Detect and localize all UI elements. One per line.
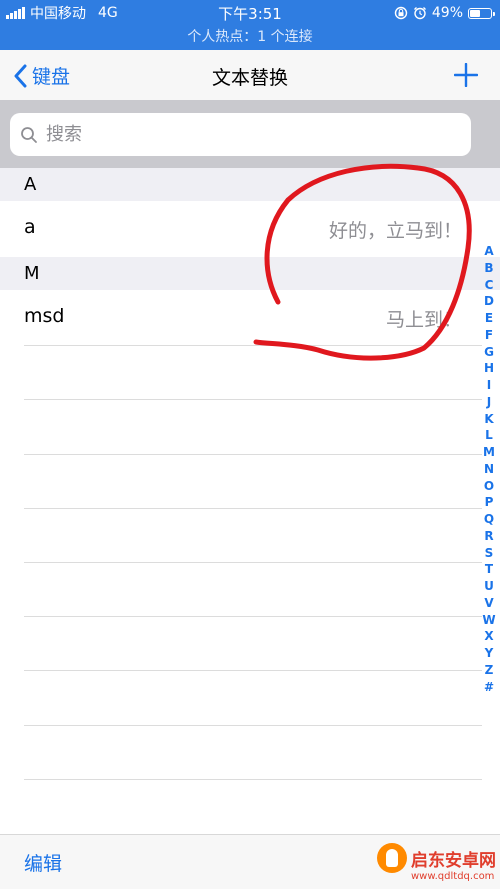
- row-separator: [24, 399, 482, 400]
- replacement-row-a[interactable]: a 好的，立马到！: [0, 201, 500, 256]
- index-letter[interactable]: W: [482, 612, 495, 629]
- orientation-lock-icon: [394, 6, 408, 20]
- nav-bar: 键盘 文本替换: [0, 50, 500, 100]
- row-separator: [24, 670, 482, 671]
- watermark: 启东安卓网 www.qdltdq.com: [377, 843, 496, 882]
- search-input[interactable]: [44, 123, 428, 146]
- plus-icon[interactable]: [454, 63, 478, 87]
- index-letter[interactable]: X: [484, 628, 493, 645]
- watermark-name: 启东安卓网: [411, 850, 496, 871]
- replacement-row-msd[interactable]: msd 马上到！: [0, 290, 500, 345]
- alarm-icon: [413, 7, 426, 20]
- index-letter[interactable]: V: [484, 595, 493, 612]
- chevron-left-icon: [14, 64, 27, 87]
- index-letter[interactable]: K: [484, 411, 493, 428]
- index-letter[interactable]: #: [484, 679, 494, 696]
- status-right: 49%: [394, 4, 495, 22]
- battery-icon: [468, 7, 495, 19]
- index-letter[interactable]: M: [483, 444, 495, 461]
- row-separator: [24, 562, 482, 563]
- index-letter[interactable]: J: [487, 394, 491, 411]
- row-separator: [24, 508, 482, 509]
- back-label: 键盘: [32, 66, 71, 88]
- index-letter[interactable]: B: [484, 260, 493, 277]
- index-letter[interactable]: O: [484, 478, 494, 495]
- index-letter[interactable]: E: [485, 310, 493, 327]
- row-separator: [24, 454, 482, 455]
- section-header-a: A: [0, 168, 500, 201]
- index-letter[interactable]: F: [485, 327, 493, 344]
- search-icon: [21, 126, 37, 143]
- index-letter[interactable]: R: [484, 528, 493, 545]
- index-letter[interactable]: S: [485, 545, 494, 562]
- back-button[interactable]: 键盘: [14, 62, 70, 89]
- shortcut-label: msd: [24, 305, 65, 327]
- index-letter[interactable]: H: [484, 360, 494, 377]
- bottom-toolbar: 编辑 启东安卓网 www.qdltdq.com: [0, 834, 500, 889]
- row-separator: [24, 725, 482, 726]
- search-field[interactable]: [10, 113, 471, 156]
- row-separator: [24, 616, 482, 617]
- edit-button[interactable]: 编辑: [24, 849, 62, 876]
- phrase-label: 马上到！: [385, 309, 462, 331]
- battery-percent: 49%: [431, 5, 463, 21]
- index-letter[interactable]: D: [484, 293, 494, 310]
- watermark-url: www.qdltdq.com: [411, 871, 495, 882]
- index-letter[interactable]: C: [485, 277, 494, 294]
- index-letter[interactable]: T: [485, 561, 493, 578]
- phrase-label: 好的，立马到！: [328, 220, 462, 242]
- index-letter[interactable]: U: [484, 578, 494, 595]
- battery-fill: [470, 9, 480, 17]
- index-letter[interactable]: A: [484, 243, 493, 260]
- status-bar: 中国移动 4G 下午3:51 49% 个人热点：1 个连接: [0, 0, 500, 50]
- index-letter[interactable]: Y: [485, 645, 494, 662]
- shortcut-label: a: [24, 216, 36, 238]
- index-letter[interactable]: N: [484, 461, 494, 478]
- index-letter[interactable]: L: [485, 427, 493, 444]
- watermark-row: 启东安卓网: [377, 843, 496, 873]
- row-separator: [24, 345, 482, 346]
- index-letter[interactable]: Q: [484, 511, 494, 528]
- index-letter[interactable]: P: [485, 494, 494, 511]
- index-letter[interactable]: I: [487, 377, 491, 394]
- section-header-m: M: [0, 257, 500, 290]
- search-bar: [0, 100, 500, 168]
- section-index[interactable]: A B C D E F G H I J K L M N O P Q R S T U V W X Y Z #: [482, 243, 495, 696]
- index-letter[interactable]: Z: [485, 662, 494, 679]
- hotspot-banner[interactable]: 个人热点：1 个连接: [0, 26, 500, 46]
- row-separator: [24, 779, 482, 780]
- index-letter[interactable]: G: [484, 344, 494, 361]
- page-title: 文本替换: [211, 67, 288, 89]
- watermark-logo-icon: [377, 843, 407, 873]
